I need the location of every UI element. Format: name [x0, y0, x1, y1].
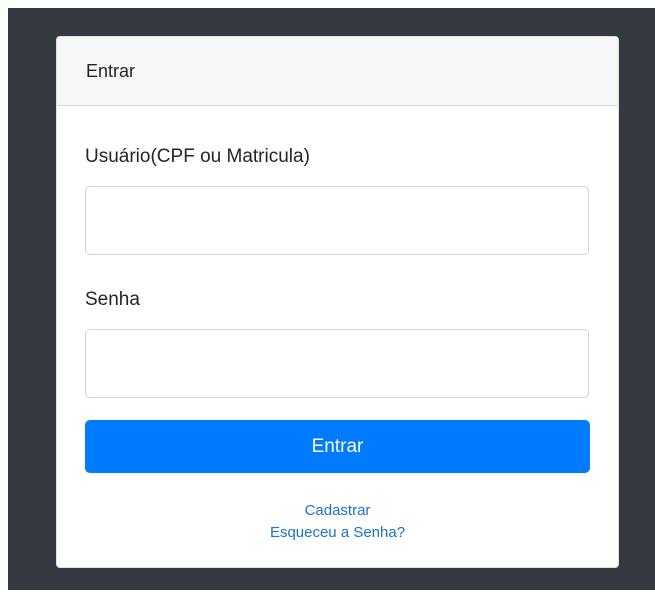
card-header-title: Entrar: [86, 60, 136, 81]
submit-button[interactable]: Entrar: [85, 420, 590, 473]
login-card: Entrar Usuário(CPF ou Matricula) Senha E…: [56, 36, 619, 568]
register-link[interactable]: Cadastrar: [85, 500, 590, 522]
username-input[interactable]: [85, 186, 589, 255]
auth-links: Cadastrar Esqueceu a Senha?: [85, 500, 590, 544]
password-label: Senha: [85, 289, 140, 310]
forgot-password-link[interactable]: Esqueceu a Senha?: [85, 522, 590, 544]
card-header: Entrar: [57, 37, 618, 106]
password-input[interactable]: [85, 329, 589, 398]
login-form: Usuário(CPF ou Matricula) Senha Entrar C…: [57, 144, 618, 544]
username-label: Usuário(CPF ou Matricula): [85, 146, 310, 167]
